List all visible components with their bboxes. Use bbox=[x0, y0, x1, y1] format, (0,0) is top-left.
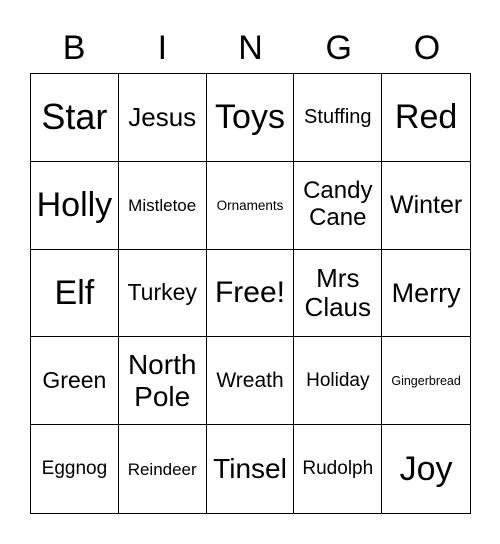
bingo-cell[interactable]: Ornaments bbox=[206, 161, 295, 250]
bingo-cell[interactable]: Winter bbox=[382, 162, 470, 250]
header-letter-g: G bbox=[325, 29, 352, 67]
bingo-cell[interactable]: Rudolph bbox=[294, 425, 383, 513]
bingo-cell[interactable]: Toys bbox=[206, 74, 295, 162]
free-space-cell[interactable]: Free! bbox=[206, 249, 295, 338]
header-letter-n: N bbox=[238, 29, 263, 67]
bingo-grid: Star Jesus Toys Stuffing Red Holly Mistl… bbox=[30, 73, 471, 514]
bingo-cell[interactable]: Holiday bbox=[294, 337, 383, 426]
bingo-cell[interactable]: Candy Cane bbox=[294, 161, 383, 250]
bingo-cell[interactable]: Joy bbox=[382, 425, 470, 513]
header-letter-o: O bbox=[413, 29, 441, 67]
bingo-cell[interactable]: Stuffing bbox=[294, 74, 383, 162]
bingo-cell[interactable]: Star bbox=[31, 74, 119, 162]
bingo-cell[interactable]: Green bbox=[31, 337, 119, 426]
bingo-cell[interactable]: Eggnog bbox=[31, 425, 119, 513]
bingo-cell[interactable]: Holly bbox=[31, 161, 119, 250]
bingo-cell[interactable]: North Pole bbox=[118, 337, 207, 426]
bingo-cell[interactable]: Reindeer bbox=[119, 425, 207, 513]
bingo-cell[interactable]: Tinsel bbox=[207, 425, 295, 513]
bingo-cell[interactable]: Turkey bbox=[118, 249, 207, 338]
bingo-cell[interactable]: Red bbox=[382, 74, 470, 162]
bingo-cell[interactable]: Elf bbox=[31, 249, 119, 338]
bingo-header: B I N G O bbox=[30, 26, 471, 70]
bingo-cell[interactable]: Mistletoe bbox=[118, 161, 207, 250]
header-letter-b: B bbox=[62, 29, 86, 67]
bingo-cell[interactable]: Mrs Claus bbox=[294, 249, 383, 338]
header-letter-i: I bbox=[157, 29, 168, 67]
bingo-cell[interactable]: Merry bbox=[382, 250, 470, 338]
bingo-cell[interactable]: Gingerbread bbox=[382, 337, 470, 426]
bingo-cell[interactable]: Jesus bbox=[118, 74, 207, 162]
bingo-cell[interactable]: Wreath bbox=[206, 337, 295, 426]
